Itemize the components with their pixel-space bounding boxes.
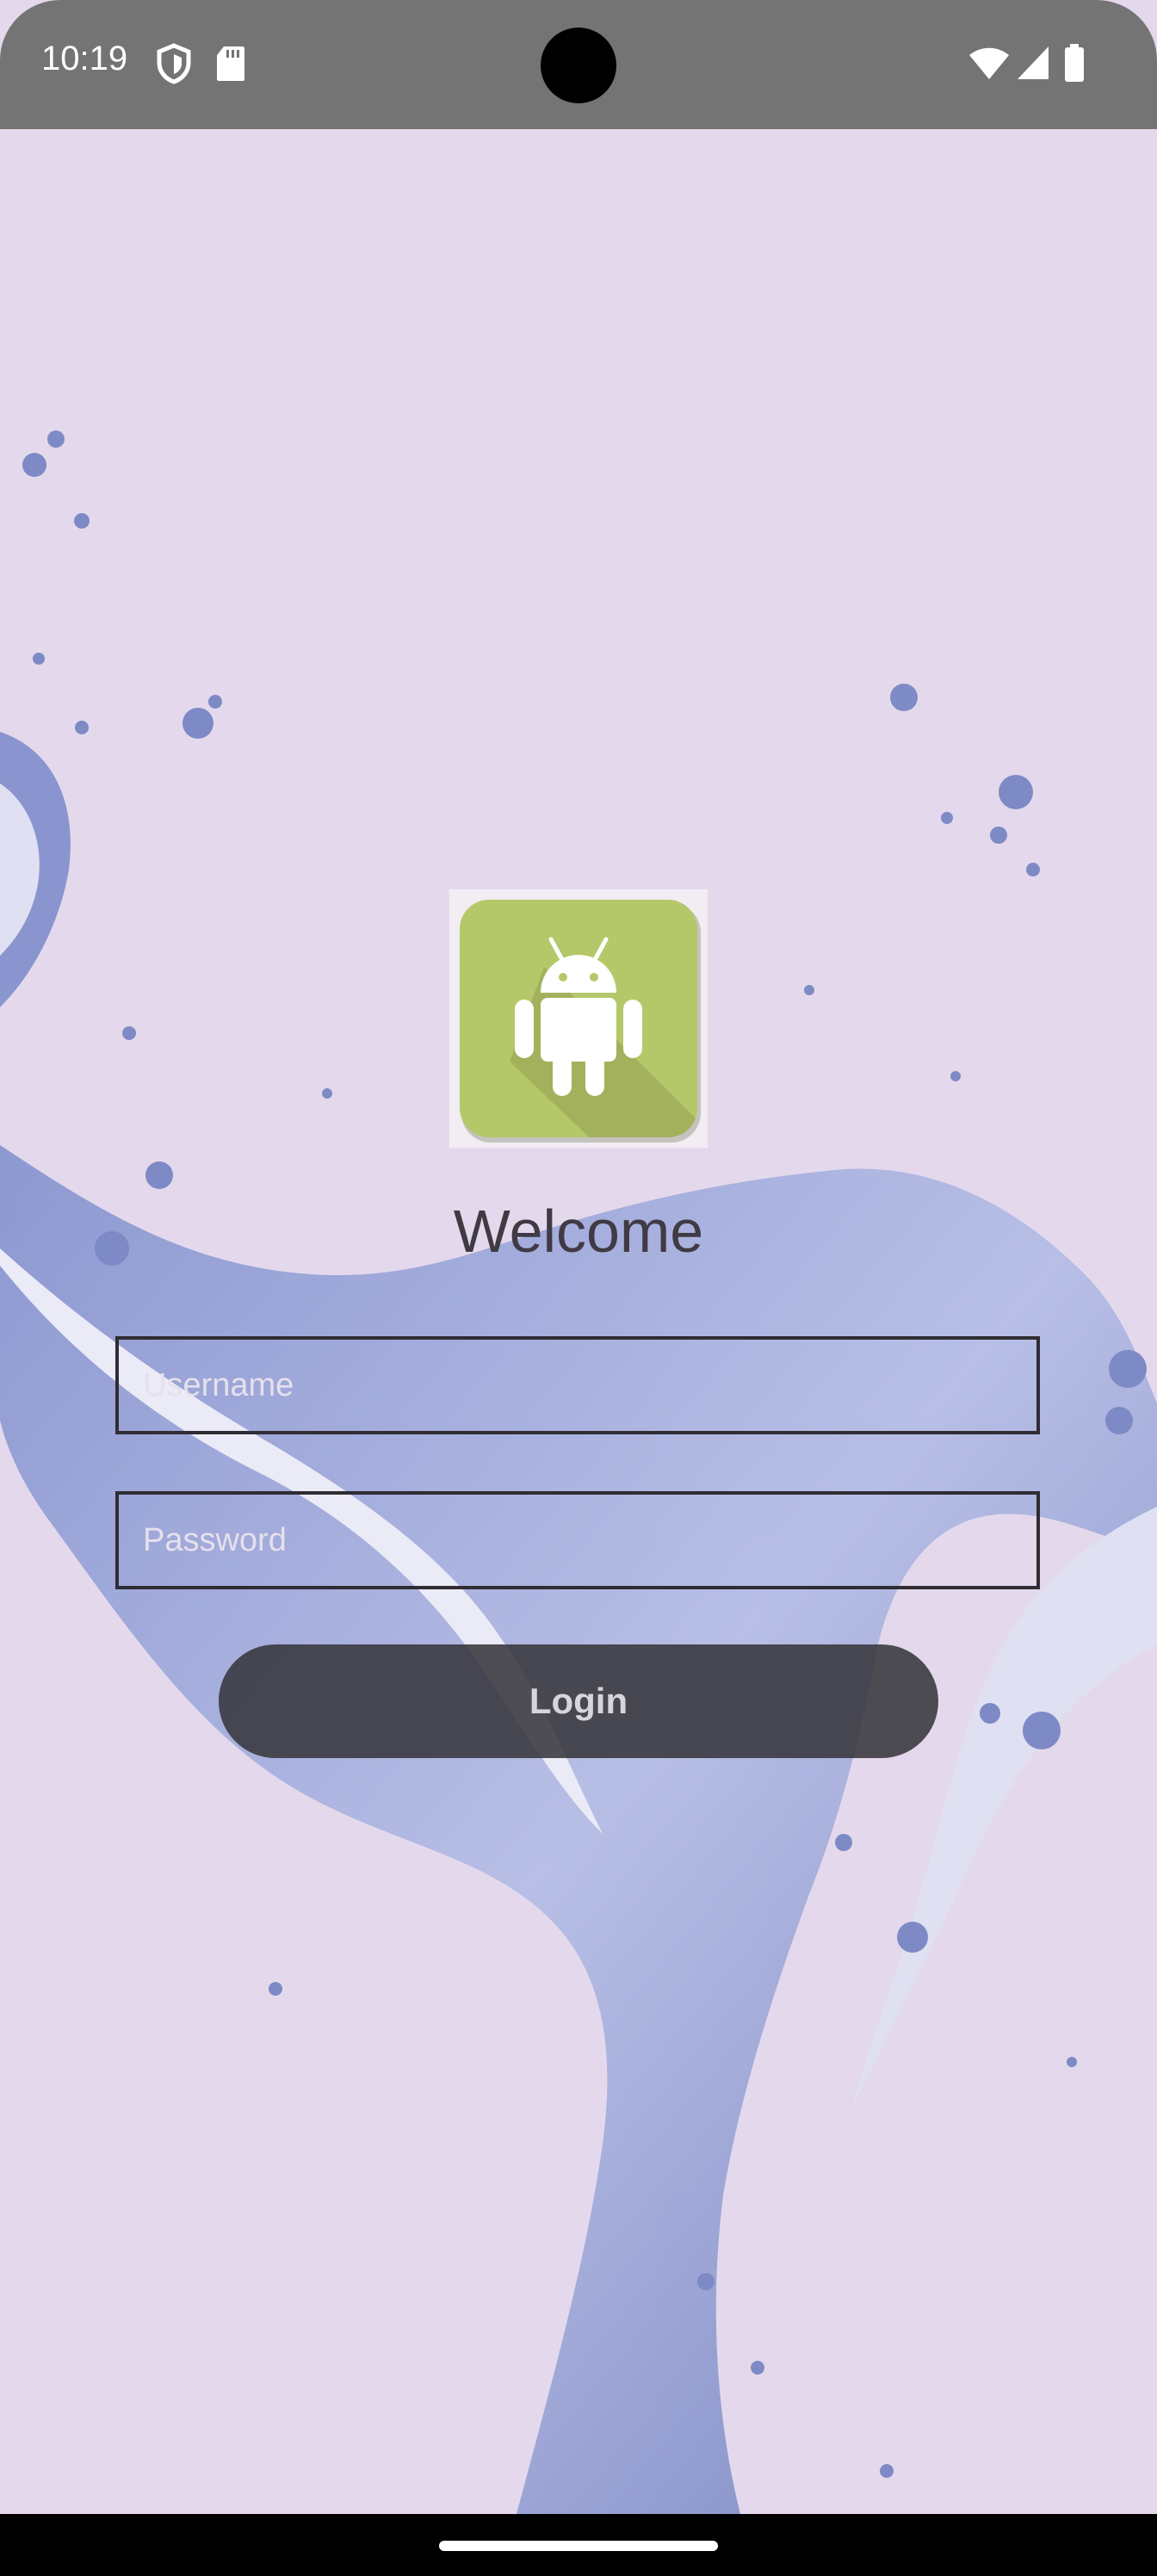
- login-button[interactable]: Login: [219, 1644, 938, 1758]
- login-screen: Welcome Login: [0, 129, 1157, 2514]
- username-input[interactable]: [115, 1336, 1040, 1434]
- wifi-icon: [968, 45, 1011, 85]
- password-input[interactable]: [115, 1491, 1040, 1589]
- shield-icon: [155, 43, 193, 89]
- android-icon: [460, 900, 701, 1142]
- sd-card-icon: [215, 45, 246, 87]
- app-logo: [449, 889, 708, 1148]
- status-bar: 10:19: [0, 0, 1157, 129]
- status-time: 10:19: [41, 40, 128, 77]
- water-splash-background: [0, 430, 1157, 2514]
- battery-icon: [1062, 43, 1086, 87]
- home-indicator[interactable]: [439, 2541, 718, 2551]
- camera-cutout: [541, 28, 616, 103]
- cellular-signal-icon: [1016, 45, 1050, 85]
- welcome-title: Welcome: [453, 1198, 704, 1265]
